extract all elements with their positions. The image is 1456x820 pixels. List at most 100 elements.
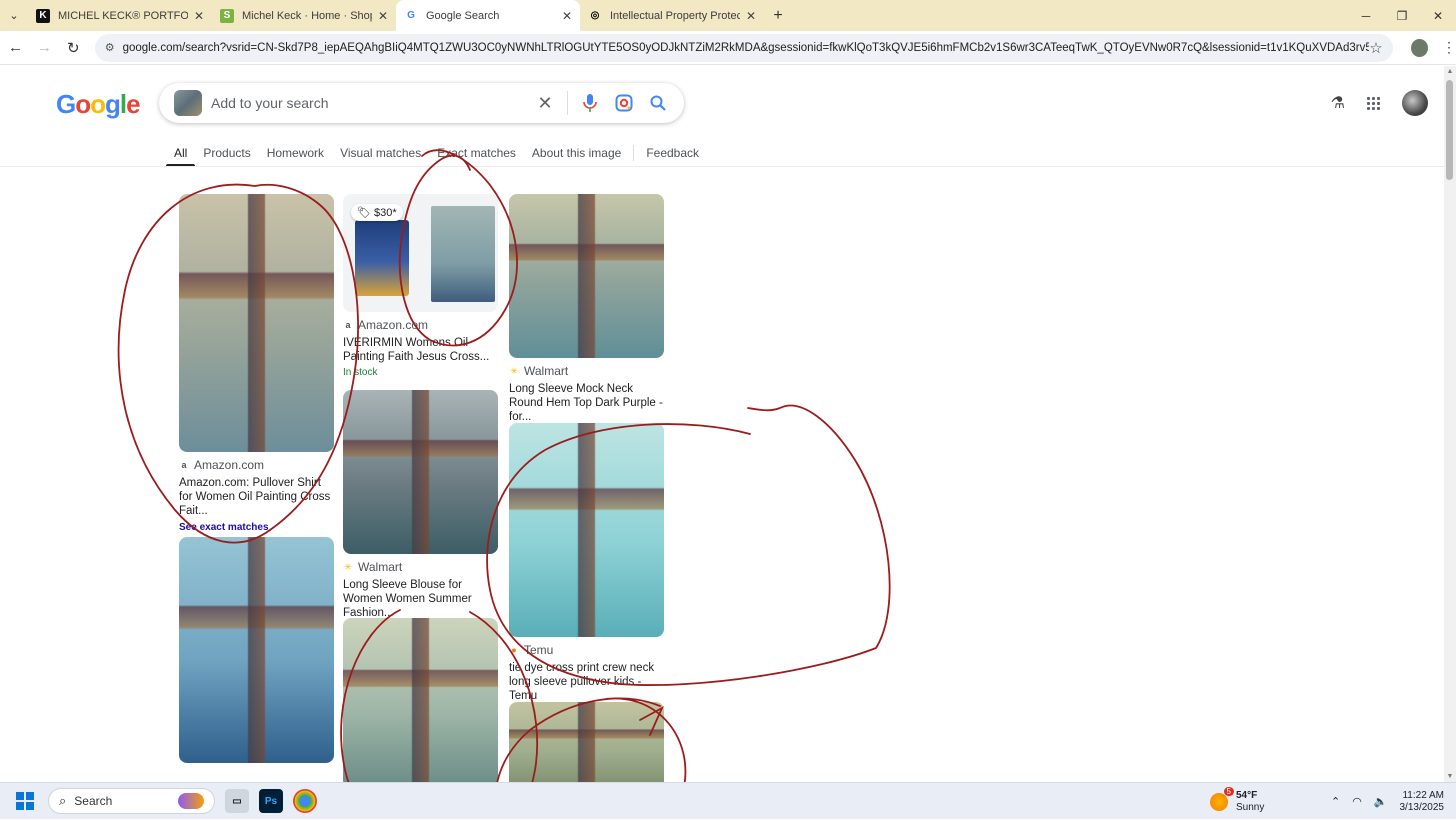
sweater-photo (179, 194, 334, 452)
weather-widget[interactable]: 5 54°F Sunny (1210, 783, 1264, 820)
search-icon[interactable] (646, 91, 670, 115)
result-card[interactable]: a Amazon.com Amazon.com: Pullover Shirt … (179, 194, 334, 533)
browser-tab-ip-protection[interactable]: ◎ Intellectual Property Protection ✕ (580, 0, 764, 31)
clock[interactable]: 11:22 AM 3/13/2025 (1400, 790, 1445, 814)
sweater-photo (179, 537, 334, 763)
task-view-icon[interactable]: ▭ (225, 789, 249, 813)
forward-arrow-icon[interactable]: → (31, 34, 58, 62)
logo-letter: o (90, 89, 105, 119)
url-text[interactable]: google.com/search?vsrid=CN-Skd7P8_iepAEQ… (123, 42, 1370, 54)
result-image[interactable] (509, 702, 664, 792)
scrollbar-thumb[interactable] (1446, 80, 1453, 180)
profile-avatar-icon[interactable] (1411, 39, 1428, 57)
tab-all[interactable]: All (166, 140, 195, 166)
result-title[interactable]: Long Sleeve Blouse for Women Women Summe… (343, 578, 498, 620)
result-card[interactable]: ✳ Walmart Long Sleeve Mock Neck Round He… (509, 194, 664, 424)
clock-time: 11:22 AM (1400, 790, 1445, 802)
search-divider (567, 91, 568, 115)
photoshop-icon[interactable]: Ps (259, 789, 283, 813)
hoodie-photo (343, 618, 498, 788)
tab-about-this-image[interactable]: About this image (524, 140, 629, 166)
wifi-icon[interactable]: ◠ (1352, 795, 1362, 808)
system-tray: ⌃ ◠ 🔈 11:22 AM 3/13/2025 (1319, 783, 1444, 820)
close-tab-icon[interactable]: ✕ (378, 9, 388, 23)
address-bar[interactable]: ⚙ google.com/search?vsrid=CN-Skd7P8_iepA… (95, 34, 1393, 62)
tab-title: Intellectual Property Protection (610, 10, 740, 22)
result-title[interactable]: IVERIRMIN Womens Oil Painting Faith Jesu… (343, 336, 498, 364)
tab-visual-matches[interactable]: Visual matches (332, 140, 429, 166)
bookmark-star-icon[interactable]: ☆ (1369, 39, 1382, 57)
source-name: Walmart (524, 364, 568, 378)
result-card[interactable] (179, 537, 334, 763)
weather-desc: Sunny (1236, 802, 1264, 814)
result-image[interactable] (509, 194, 664, 358)
browser-menu-kebab-icon[interactable]: ⋮ (1442, 39, 1456, 56)
result-source: a Amazon.com (179, 458, 334, 472)
feedback-link[interactable]: Feedback (638, 140, 707, 166)
reload-icon[interactable]: ↻ (60, 34, 87, 62)
result-title[interactable]: tie dye cross print crew neck long sleev… (509, 661, 664, 703)
sweater-photo (509, 702, 664, 792)
browser-tab-strip: ⌄ K MICHEL KECK® PORTFOLIO – M ✕ S Miche… (0, 0, 1456, 31)
close-tab-icon[interactable]: ✕ (562, 9, 572, 23)
tab-exact-matches[interactable]: Exact matches (429, 140, 524, 166)
shopify-favicon-icon: S (220, 9, 234, 23)
browser-tab-portfolio[interactable]: K MICHEL KECK® PORTFOLIO – M ✕ (28, 0, 212, 31)
google-lens-icon[interactable] (612, 91, 636, 115)
windows-start-icon[interactable] (16, 792, 34, 810)
weather-badge: 5 (1224, 787, 1234, 796)
show-hidden-icons-chevron-icon[interactable]: ⌃ (1331, 795, 1340, 808)
microphone-icon[interactable] (578, 91, 602, 115)
source-name: Amazon.com (194, 458, 264, 472)
google-apps-icon[interactable] (1367, 97, 1380, 110)
result-card[interactable] (509, 702, 664, 792)
temu-favicon-icon: ● (509, 645, 519, 655)
page-scrollbar[interactable]: ▲ ▼ (1444, 66, 1456, 782)
result-card[interactable]: 🏷 $30* a Amazon.com IVERIRMIN Womens Oil… (343, 194, 498, 378)
result-card[interactable]: ✳ Walmart Long Sleeve Blouse for Women W… (343, 390, 498, 620)
see-exact-matches-link[interactable]: See exact matches (179, 522, 334, 533)
tab-search-menu-icon[interactable]: ⌄ (0, 0, 28, 31)
result-source: ✳ Walmart (343, 560, 498, 574)
browser-toolbar: ← → ↻ ⚙ google.com/search?vsrid=CN-Skd7P… (0, 31, 1456, 65)
result-image[interactable] (179, 537, 334, 763)
result-image[interactable] (509, 423, 664, 637)
account-avatar[interactable] (1402, 90, 1428, 116)
tab-products[interactable]: Products (195, 140, 258, 166)
tab-title: Google Search (426, 10, 556, 22)
volume-icon[interactable]: 🔈 (1374, 795, 1388, 808)
minimize-icon[interactable]: ─ (1348, 0, 1384, 31)
result-title[interactable]: Long Sleeve Mock Neck Round Hem Top Dark… (509, 382, 664, 424)
restore-icon[interactable]: ❐ (1384, 0, 1420, 31)
new-tab-plus-icon[interactable]: + (764, 0, 792, 31)
result-title[interactable]: Amazon.com: Pullover Shirt for Women Oil… (179, 476, 334, 518)
close-window-icon[interactable]: ✕ (1420, 0, 1456, 31)
clock-date: 3/13/2025 (1400, 802, 1445, 814)
logo-letter: o (75, 89, 90, 119)
google-logo[interactable]: Google (56, 89, 140, 120)
close-tab-icon[interactable]: ✕ (746, 9, 756, 23)
sweater-photo (509, 423, 664, 637)
result-image[interactable] (179, 194, 334, 452)
result-image[interactable]: 🏷 $30* (343, 194, 498, 312)
tab-homework[interactable]: Homework (259, 140, 332, 166)
amazon-favicon-icon: a (343, 320, 353, 330)
taskbar-search[interactable]: ⌕ Search (48, 788, 215, 814)
labs-flask-icon[interactable]: ⚗ (1331, 93, 1345, 113)
browser-tab-shopify[interactable]: S Michel Keck · Home · Shopify ✕ (212, 0, 396, 31)
result-card[interactable]: ● Temu tie dye cross print crew neck lon… (509, 423, 664, 703)
result-card[interactable] (343, 618, 498, 788)
query-image-thumbnail[interactable] (174, 90, 202, 116)
result-image[interactable] (343, 390, 498, 554)
site-info-icon[interactable]: ⚙ (105, 41, 115, 54)
result-image[interactable] (343, 618, 498, 788)
scroll-up-icon[interactable]: ▲ (1444, 68, 1456, 75)
scroll-down-icon[interactable]: ▼ (1444, 773, 1456, 780)
browser-tab-google-search[interactable]: G Google Search ✕ (396, 0, 580, 31)
clear-x-icon[interactable]: ✕ (533, 91, 557, 115)
close-tab-icon[interactable]: ✕ (194, 9, 204, 23)
back-arrow-icon[interactable]: ← (2, 34, 29, 62)
portfolio-favicon-icon: K (36, 9, 50, 23)
chrome-icon[interactable] (293, 789, 317, 813)
search-input[interactable] (211, 95, 523, 111)
